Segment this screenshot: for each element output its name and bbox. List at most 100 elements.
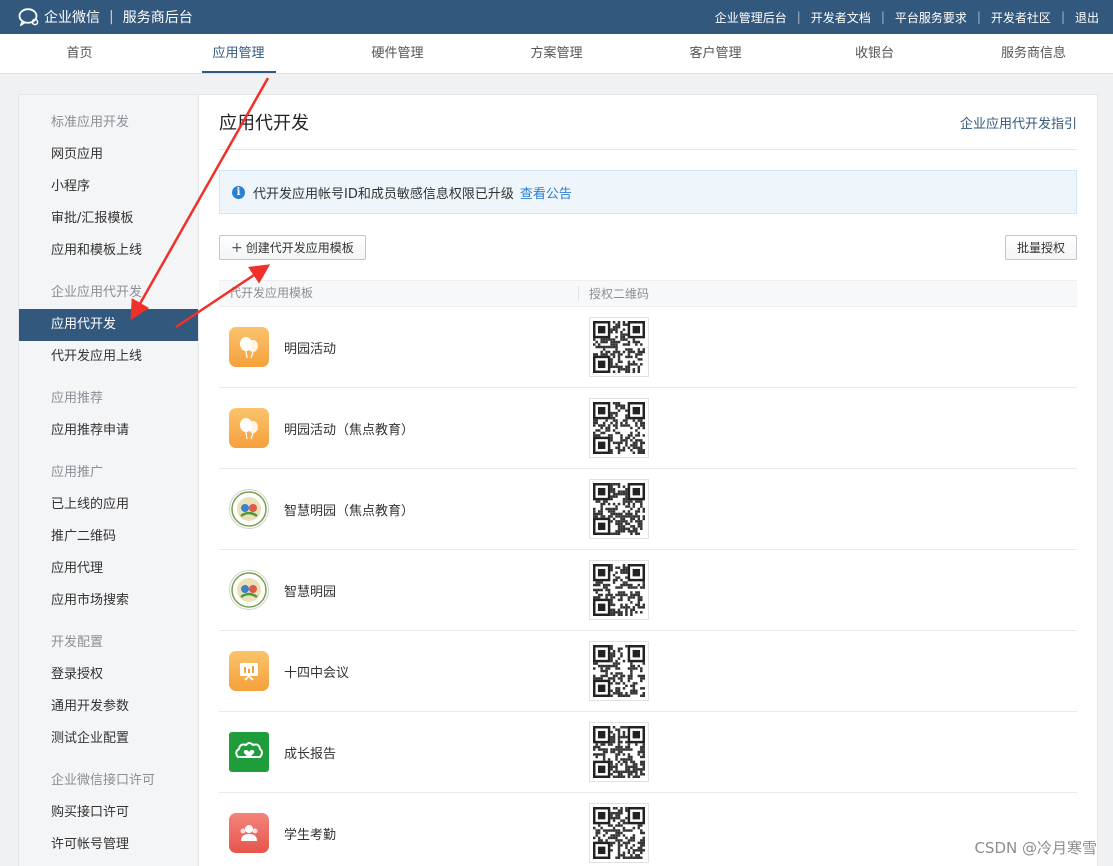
sidebar-item-promo-qrcode[interactable]: 推广二维码	[19, 521, 198, 553]
brand-separator: |	[109, 9, 114, 25]
content-area: 应用代开发 企业应用代开发指引 i 代开发应用帐号ID和成员敏感信息权限已升级 …	[199, 95, 1097, 866]
balloon-icon	[229, 408, 269, 448]
sidebar-item-mini-program[interactable]: 小程序	[19, 171, 198, 203]
qr-code-image	[593, 564, 645, 616]
qr-code-image	[593, 645, 645, 697]
qr-code-image	[593, 483, 645, 535]
link-dev-community[interactable]: 开发者社区	[991, 9, 1051, 26]
table-row: 明园活动	[219, 307, 1077, 388]
heart-cloud-icon	[229, 732, 269, 772]
sidebar-group-title: 应用推荐	[51, 391, 104, 406]
sidebar-item-app-launch[interactable]: 应用和模板上线	[19, 235, 198, 267]
sidebar-item-approval-template[interactable]: 审批/汇报模板	[19, 203, 198, 235]
auth-qrcode[interactable]	[589, 317, 649, 377]
tab-hardware-management[interactable]: 硬件管理	[318, 34, 477, 73]
sidebar-group-title: 应用推广	[51, 465, 104, 480]
sidebar-item-license-accounts[interactable]: 许可帐号管理	[19, 829, 198, 861]
sidebar-item-market-search[interactable]: 应用市场搜索	[19, 585, 198, 617]
batch-authorize-button[interactable]: 批量授权	[1004, 235, 1077, 260]
balloon-icon	[229, 327, 269, 367]
qr-code-image	[593, 402, 645, 454]
sidebar-item-buy-license[interactable]: 购买接口许可	[19, 797, 198, 829]
qr-cell	[579, 398, 649, 458]
auth-qrcode[interactable]	[589, 722, 649, 782]
page-header: 应用代开发 企业应用代开发指引	[219, 95, 1077, 150]
tab-customer-management[interactable]: 客户管理	[636, 34, 795, 73]
auth-qrcode[interactable]	[589, 479, 649, 539]
sidebar-item-test-corp[interactable]: 测试企业配置	[19, 723, 198, 755]
auth-qrcode[interactable]	[589, 398, 649, 458]
link-dev-docs[interactable]: 开发者文档	[811, 9, 871, 26]
app-cell: 明园活动	[219, 327, 579, 367]
auth-qrcode[interactable]	[589, 641, 649, 701]
auth-qrcode[interactable]	[589, 560, 649, 620]
top-bar: 企业微信 | 服务商后台 企业管理后台 | 开发者文档 | 平台服务要求 | 开…	[0, 0, 1113, 34]
main-nav: 首页 应用管理 硬件管理 方案管理 客户管理 收银台 服务商信息	[0, 34, 1113, 74]
create-template-button[interactable]: + 创建代开发应用模板	[219, 235, 366, 260]
plus-icon: +	[231, 239, 243, 256]
page-title: 应用代开发	[219, 113, 309, 134]
app-cell: 成长报告	[219, 732, 579, 772]
table-row: 十四中会议	[219, 631, 1077, 712]
school-badge-icon	[229, 489, 269, 529]
tab-cashier[interactable]: 收银台	[795, 34, 954, 73]
divider: |	[880, 10, 885, 24]
create-template-label: 创建代开发应用模板	[245, 241, 354, 255]
divider: |	[976, 10, 981, 24]
qr-cell	[579, 479, 649, 539]
qr-code-image	[593, 807, 645, 859]
sidebar-item-launched-apps[interactable]: 已上线的应用	[19, 489, 198, 521]
top-links: 企业管理后台 | 开发者文档 | 平台服务要求 | 开发者社区 | 退出	[715, 9, 1099, 26]
sidebar-group-title: 企业微信接口许可	[51, 773, 156, 788]
sidebar-item-dev-params[interactable]: 通用开发参数	[19, 691, 198, 723]
sidebar-group-title: 开发配置	[51, 635, 104, 650]
brand-subtitle: 服务商后台	[122, 10, 193, 26]
table-row: 智慧明园	[219, 550, 1077, 631]
table-row: 智慧明园（焦点教育）	[219, 469, 1077, 550]
link-platform-requirements[interactable]: 平台服务要求	[895, 9, 967, 26]
tab-home[interactable]: 首页	[0, 34, 159, 73]
brand-name: 企业微信	[44, 10, 100, 26]
auth-qrcode[interactable]	[589, 803, 649, 863]
sidebar-group-title: 标准应用开发	[51, 115, 130, 130]
guide-link[interactable]: 企业应用代开发指引	[960, 113, 1077, 132]
sidebar-item-app-agent[interactable]: 应用代理	[19, 553, 198, 585]
qr-cell	[579, 722, 649, 782]
logout-link[interactable]: 退出	[1075, 9, 1099, 26]
link-admin-console[interactable]: 企业管理后台	[715, 9, 787, 26]
app-name: 十四中会议	[284, 665, 350, 681]
qr-code-image	[593, 321, 645, 373]
qr-code-image	[593, 726, 645, 778]
notice-text: 代开发应用帐号ID和成员敏感信息权限已升级	[253, 186, 514, 202]
app-name: 明园活动（焦点教育）	[284, 422, 415, 438]
notice-banner: i 代开发应用帐号ID和成员敏感信息权限已升级 查看公告	[219, 170, 1077, 214]
school-badge-icon	[229, 570, 269, 610]
main-container: 标准应用开发 网页应用 小程序 审批/汇报模板 应用和模板上线 企业应用代开发 …	[18, 94, 1098, 866]
tab-solution-management[interactable]: 方案管理	[477, 34, 636, 73]
wecom-logo-icon	[18, 8, 39, 26]
app-cell: 学生考勤	[219, 813, 579, 853]
app-name: 智慧明园（焦点教育）	[284, 503, 415, 519]
sidebar-item-custom-dev[interactable]: 应用代开发	[19, 309, 198, 341]
app-cell: 明园活动（焦点教育）	[219, 408, 579, 448]
sidebar-item-web-app[interactable]: 网页应用	[19, 139, 198, 171]
column-header-qrcode: 授权二维码	[589, 287, 650, 301]
app-name: 学生考勤	[284, 827, 337, 843]
tab-app-management[interactable]: 应用管理	[159, 34, 318, 73]
app-name: 成长报告	[284, 746, 337, 762]
sidebar-item-login-auth[interactable]: 登录授权	[19, 659, 198, 691]
divider: |	[1060, 10, 1065, 24]
sidebar-item-custom-dev-launch[interactable]: 代开发应用上线	[19, 341, 198, 373]
sidebar: 标准应用开发 网页应用 小程序 审批/汇报模板 应用和模板上线 企业应用代开发 …	[19, 95, 199, 866]
tab-provider-info[interactable]: 服务商信息	[954, 34, 1113, 73]
sidebar-group-title: 企业应用代开发	[51, 285, 143, 300]
app-list: 明园活动 明园活动（焦点教育） 智慧明园（焦点教育） 智慧明园 十四中会议 成长…	[219, 307, 1077, 866]
app-cell: 智慧明园	[219, 570, 579, 610]
notice-link[interactable]: 查看公告	[520, 183, 572, 202]
table-header: 代开发应用模板 授权二维码	[219, 280, 1077, 307]
brand[interactable]: 企业微信 | 服务商后台	[18, 7, 193, 27]
qr-cell	[579, 317, 649, 377]
watermark: CSDN @冷月寒雪	[974, 839, 1097, 857]
column-header-template: 代开发应用模板	[219, 286, 579, 301]
sidebar-item-recommend-apply[interactable]: 应用推荐申请	[19, 415, 198, 447]
